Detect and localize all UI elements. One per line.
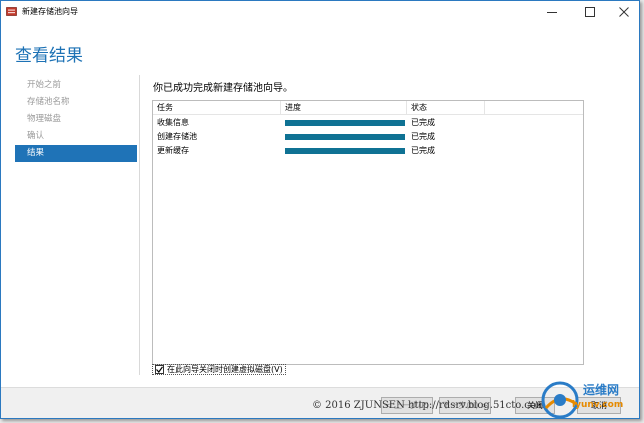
table-row[interactable]: 创建存储池 已完成 — [153, 130, 583, 144]
window-title: 新建存储池向导 — [22, 7, 78, 16]
progress-bar — [285, 134, 405, 140]
maximize-button[interactable] — [573, 1, 607, 23]
maximize-icon — [585, 7, 595, 17]
column-header-status[interactable]: 状态 — [407, 101, 485, 115]
nav-step-confirmation[interactable]: 确认 — [15, 128, 137, 145]
checkbox-label: 在此向导关闭时创建虚拟磁盘(V) — [167, 364, 283, 374]
progress-bar-fill — [285, 148, 405, 154]
wizard-steps-nav: 开始之前 存储池名称 物理磁盘 确认 结果 — [15, 77, 137, 162]
nav-step-before-you-begin[interactable]: 开始之前 — [15, 77, 137, 94]
status-cell: 已完成 — [411, 118, 435, 127]
progress-bar-fill — [285, 120, 405, 126]
table-header: 任务 进度 状态 — [153, 101, 583, 115]
create-virtual-disk-option[interactable]: 在此向导关闭时创建虚拟磁盘(V) — [152, 364, 286, 375]
progress-bar — [285, 120, 405, 126]
results-table: 任务 进度 状态 收集信息 已完成 创建存储池 已完成 更新缓存 已完成 — [152, 100, 584, 365]
close-icon — [619, 7, 629, 17]
nav-divider — [139, 75, 140, 375]
task-cell: 创建存储池 — [157, 132, 197, 141]
table-row[interactable]: 更新缓存 已完成 — [153, 144, 583, 158]
progress-bar-fill — [285, 134, 405, 140]
nav-step-pool-name[interactable]: 存储池名称 — [15, 94, 137, 111]
wizard-window: 新建存储池向导 查看结果 开始之前 存储池名称 物理磁盘 确认 结果 你已成功完… — [0, 0, 640, 419]
progress-bar — [285, 148, 405, 154]
copyright-watermark: © 2016 ZJUNSEN http://rdsrv.blog.51cto.c… — [312, 400, 546, 411]
task-cell: 更新缓存 — [157, 146, 189, 155]
nav-step-results[interactable]: 结果 — [15, 145, 137, 162]
nav-step-physical-disks[interactable]: 物理磁盘 — [15, 111, 137, 128]
status-cell: 已完成 — [411, 146, 435, 155]
page-title: 查看结果 — [15, 46, 83, 66]
close-button[interactable] — [607, 1, 639, 23]
status-cell: 已完成 — [411, 132, 435, 141]
logo-subtext: iyunv.com — [572, 400, 624, 410]
logo-text: 运维网 — [583, 383, 620, 397]
checkmark-icon — [156, 366, 163, 373]
results-heading: 你已成功完成新建存储池向导。 — [153, 83, 293, 94]
table-row[interactable]: 收集信息 已完成 — [153, 116, 583, 130]
column-header-progress[interactable]: 进度 — [281, 101, 407, 115]
minimize-icon — [547, 12, 557, 13]
title-bar[interactable]: 新建存储池向导 — [1, 1, 639, 23]
column-header-task[interactable]: 任务 — [153, 101, 281, 115]
create-virtual-disk-checkbox[interactable] — [155, 365, 164, 374]
task-cell: 收集信息 — [157, 118, 189, 127]
storage-pool-app-icon — [6, 7, 17, 16]
minimize-button[interactable] — [535, 1, 569, 23]
